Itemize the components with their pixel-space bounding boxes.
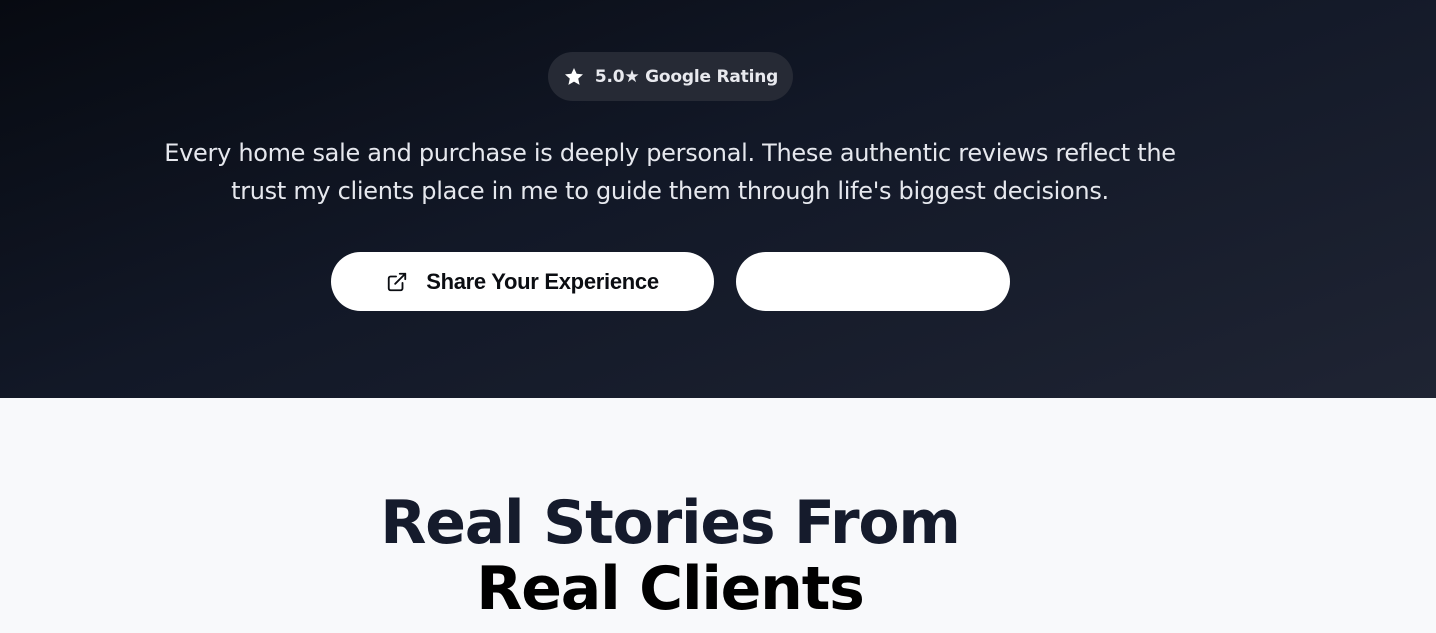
star-icon: [563, 66, 585, 88]
intro-text: Every home sale and purchase is deeply p…: [164, 139, 1176, 205]
share-experience-button[interactable]: Share Your Experience: [331, 252, 714, 311]
heading-line-1: Real Stories From: [380, 488, 961, 558]
section-heading: Real Stories From Real Clients: [340, 490, 1000, 622]
heading-line-2: Real Clients: [476, 554, 865, 624]
secondary-button[interactable]: [736, 252, 1010, 311]
rating-label: 5.0★ Google Rating: [594, 66, 779, 87]
hero-section: 5.0★ Google Rating Every home sale and p…: [0, 0, 1436, 398]
external-link-icon: [386, 271, 408, 293]
rating-badge: 5.0★ Google Rating: [548, 52, 793, 101]
page: 5.0★ Google Rating Every home sale and p…: [0, 0, 1436, 633]
share-experience-label: Share Your Experience: [426, 268, 659, 294]
